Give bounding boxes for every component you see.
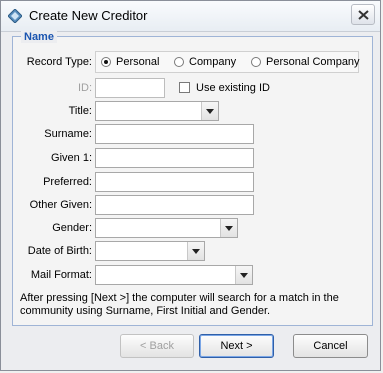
preferred-label: Preferred:	[43, 176, 92, 188]
title-bar: Create New Creditor	[1, 1, 380, 32]
gender-combo[interactable]	[95, 218, 238, 238]
chevron-down-icon[interactable]	[187, 242, 204, 260]
cancel-button[interactable]: Cancel	[293, 334, 368, 358]
search-info-note: After pressing [Next >] the computer wil…	[20, 292, 339, 317]
radio-company-indicator	[174, 57, 184, 67]
surname-label: Surname:	[44, 128, 92, 140]
date-of-birth-label: Date of Birth:	[27, 245, 92, 257]
close-icon	[358, 10, 369, 20]
other-given-label: Other Given:	[29, 199, 92, 211]
back-button[interactable]: < Back	[120, 334, 194, 358]
radio-personal-indicator	[101, 57, 111, 67]
title-label: Title:	[68, 105, 92, 117]
given1-input[interactable]	[95, 148, 254, 168]
given1-label: Given 1:	[51, 152, 92, 164]
title-combo[interactable]	[95, 101, 219, 121]
radio-personal-company-indicator	[251, 57, 261, 67]
mail-format-combo[interactable]	[95, 265, 253, 285]
diamond-app-icon	[7, 8, 23, 24]
chevron-down-icon[interactable]	[235, 266, 252, 284]
gender-label: Gender:	[52, 222, 92, 234]
id-input	[95, 78, 165, 98]
name-group-legend: Name	[21, 31, 57, 43]
use-existing-id-label[interactable]: Use existing ID	[196, 82, 270, 94]
record-type-group: Personal Company Personal Company	[95, 51, 360, 73]
radio-personal-label: Personal	[116, 56, 160, 68]
id-label: ID:	[77, 82, 92, 94]
chevron-down-icon[interactable]	[201, 102, 218, 120]
close-button[interactable]	[351, 4, 375, 25]
create-creditor-dialog: Create New Creditor Name Record Type: Pe…	[0, 0, 381, 371]
next-button[interactable]: Next >	[199, 334, 274, 358]
window-title: Create New Creditor	[29, 8, 148, 23]
record-type-label: Record Type:	[26, 56, 92, 68]
surname-input[interactable]	[95, 124, 254, 144]
radio-personal-company-label: Personal Company	[266, 56, 360, 68]
use-existing-id-checkbox[interactable]	[179, 82, 190, 93]
preferred-input[interactable]	[95, 172, 254, 192]
mail-format-label: Mail Format:	[30, 269, 92, 281]
chevron-down-icon[interactable]	[220, 219, 237, 237]
date-of-birth-picker[interactable]	[95, 241, 205, 261]
other-given-input[interactable]	[95, 195, 254, 215]
radio-company-label: Company	[189, 56, 237, 68]
